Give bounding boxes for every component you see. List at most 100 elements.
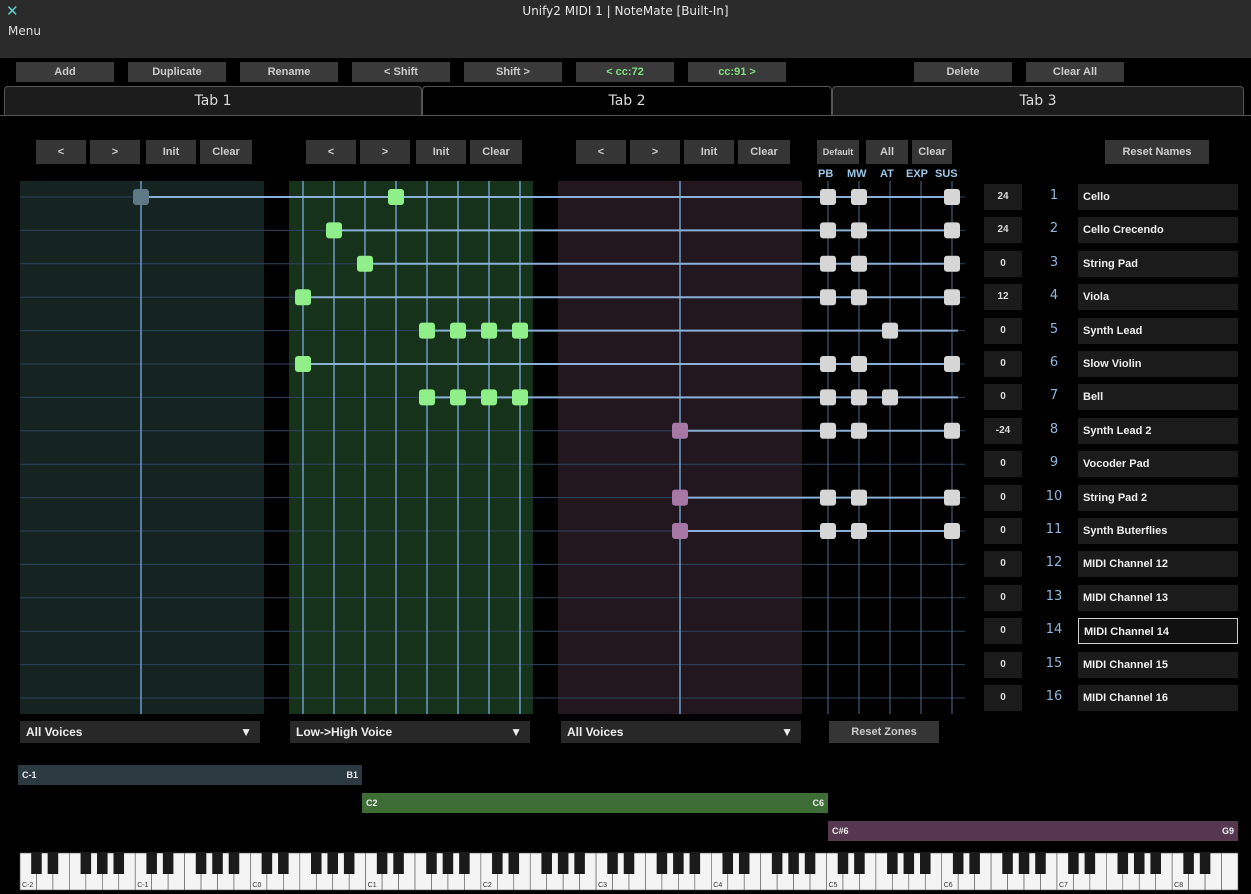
zone3-high-note: G9 — [1221, 826, 1234, 836]
cc-node[interactable] — [882, 322, 898, 339]
cc-node[interactable] — [944, 523, 960, 539]
transpose-field[interactable]: 0 — [984, 485, 1022, 511]
channel-name-field[interactable]: Cello — [1078, 184, 1238, 210]
voice-node[interactable] — [357, 255, 373, 272]
voice-node[interactable] — [419, 322, 435, 339]
zone1-high-note: B1 — [346, 770, 358, 780]
cc-node[interactable] — [944, 489, 960, 506]
cc-node[interactable] — [851, 356, 867, 372]
cc-node[interactable] — [820, 389, 836, 406]
channel-number: 14 — [1045, 622, 1063, 637]
voice-node[interactable] — [133, 189, 149, 205]
cc-node[interactable] — [944, 422, 960, 439]
voice-node[interactable] — [295, 289, 311, 306]
cc-node[interactable] — [944, 189, 960, 205]
channel-number: 15 — [1045, 656, 1063, 671]
channel-name-field[interactable]: MIDI Channel 14 — [1078, 618, 1238, 644]
voice-node[interactable] — [512, 322, 528, 339]
transpose-field[interactable]: 0 — [984, 618, 1022, 644]
zone2-high-note: C6 — [812, 798, 824, 808]
transpose-field[interactable]: 24 — [984, 217, 1022, 243]
channel-name-field[interactable]: String Pad 2 — [1078, 485, 1238, 511]
cc-node[interactable] — [882, 389, 898, 406]
channel-name-field[interactable]: MIDI Channel 15 — [1078, 652, 1238, 678]
cc-node[interactable] — [820, 289, 836, 306]
voice-node[interactable] — [481, 389, 497, 406]
channel-name-field[interactable]: MIDI Channel 12 — [1078, 551, 1238, 577]
routing-grid[interactable] — [0, 0, 1251, 894]
cc-node[interactable] — [820, 189, 836, 205]
chevron-down-icon: ▼ — [510, 725, 522, 739]
cc-node[interactable] — [851, 422, 867, 439]
cc-node[interactable] — [851, 489, 867, 506]
cc-node[interactable] — [851, 523, 867, 539]
channel-name-field[interactable]: Synth Lead 2 — [1078, 418, 1238, 444]
channel-name-field[interactable]: Viola — [1078, 284, 1238, 310]
channel-number: 3 — [1049, 255, 1059, 270]
voice-node[interactable] — [295, 356, 311, 372]
cc-node[interactable] — [944, 356, 960, 372]
cc-node[interactable] — [820, 356, 836, 372]
cc-node[interactable] — [851, 222, 867, 239]
voice-node[interactable] — [672, 489, 688, 506]
cc-node[interactable] — [820, 523, 836, 539]
transpose-field[interactable]: 0 — [984, 318, 1022, 344]
voice-node[interactable] — [672, 523, 688, 539]
transpose-field[interactable]: 0 — [984, 585, 1022, 611]
voice-node[interactable] — [672, 422, 688, 439]
transpose-field[interactable]: 0 — [984, 518, 1022, 544]
channel-number: 16 — [1045, 689, 1063, 704]
cc-node[interactable] — [820, 222, 836, 239]
voice-node[interactable] — [326, 222, 342, 239]
transpose-field[interactable]: 0 — [984, 384, 1022, 410]
transpose-field[interactable]: 12 — [984, 284, 1022, 310]
transpose-field[interactable]: 0 — [984, 652, 1022, 678]
channel-name-field[interactable]: MIDI Channel 13 — [1078, 585, 1238, 611]
voice-node[interactable] — [450, 389, 466, 406]
cc-node[interactable] — [851, 189, 867, 205]
key-range-zone-1[interactable]: C-1 B1 — [18, 765, 362, 785]
voice-node[interactable] — [419, 389, 435, 406]
cc-node[interactable] — [820, 422, 836, 439]
channel-name-field[interactable]: Synth Buterflies — [1078, 518, 1238, 544]
key-range-zone-3[interactable]: C#6 G9 — [828, 821, 1238, 841]
voice-node[interactable] — [450, 322, 466, 339]
chevron-down-icon: ▼ — [240, 725, 252, 739]
cc-node[interactable] — [851, 255, 867, 272]
channel-number: 4 — [1049, 288, 1059, 303]
zone1-mode-dropdown[interactable]: All Voices ▼ — [20, 721, 260, 743]
cc-node[interactable] — [944, 222, 960, 239]
zone1-mode-value: All Voices — [26, 725, 83, 739]
zone2-mode-dropdown[interactable]: Low->High Voice ▼ — [290, 721, 530, 743]
cc-node[interactable] — [851, 389, 867, 406]
transpose-field[interactable]: -24 — [984, 418, 1022, 444]
channel-name-field[interactable]: Synth Lead — [1078, 318, 1238, 344]
channel-name-field[interactable]: MIDI Channel 16 — [1078, 685, 1238, 711]
cc-node[interactable] — [944, 289, 960, 306]
voice-node[interactable] — [388, 189, 404, 205]
cc-node[interactable] — [851, 289, 867, 306]
key-range-zone-2[interactable]: C2 C6 — [362, 793, 828, 813]
voice-node[interactable] — [481, 322, 497, 339]
cc-node[interactable] — [820, 255, 836, 272]
channel-name-field[interactable]: Vocoder Pad — [1078, 451, 1238, 477]
channel-name-field[interactable]: Bell — [1078, 384, 1238, 410]
zone3-mode-dropdown[interactable]: All Voices ▼ — [561, 721, 801, 743]
transpose-field[interactable]: 0 — [984, 551, 1022, 577]
cc-node[interactable] — [820, 489, 836, 506]
channel-name-field[interactable]: Cello Crecendo — [1078, 217, 1238, 243]
transpose-field[interactable]: 0 — [984, 251, 1022, 277]
zone2-low-note: C2 — [366, 798, 378, 808]
voice-node[interactable] — [512, 389, 528, 406]
transpose-field[interactable]: 0 — [984, 451, 1022, 477]
channel-number: 8 — [1049, 422, 1059, 437]
channel-name-field[interactable]: String Pad — [1078, 251, 1238, 277]
reset-zones-button[interactable]: Reset Zones — [829, 721, 939, 743]
transpose-field[interactable]: 24 — [984, 184, 1022, 210]
cc-node[interactable] — [944, 255, 960, 272]
channel-number: 5 — [1049, 322, 1059, 337]
transpose-field[interactable]: 0 — [984, 685, 1022, 711]
channel-name-field[interactable]: Slow Violin — [1078, 351, 1238, 377]
transpose-field[interactable]: 0 — [984, 351, 1022, 377]
zone3-mode-value: All Voices — [567, 725, 624, 739]
